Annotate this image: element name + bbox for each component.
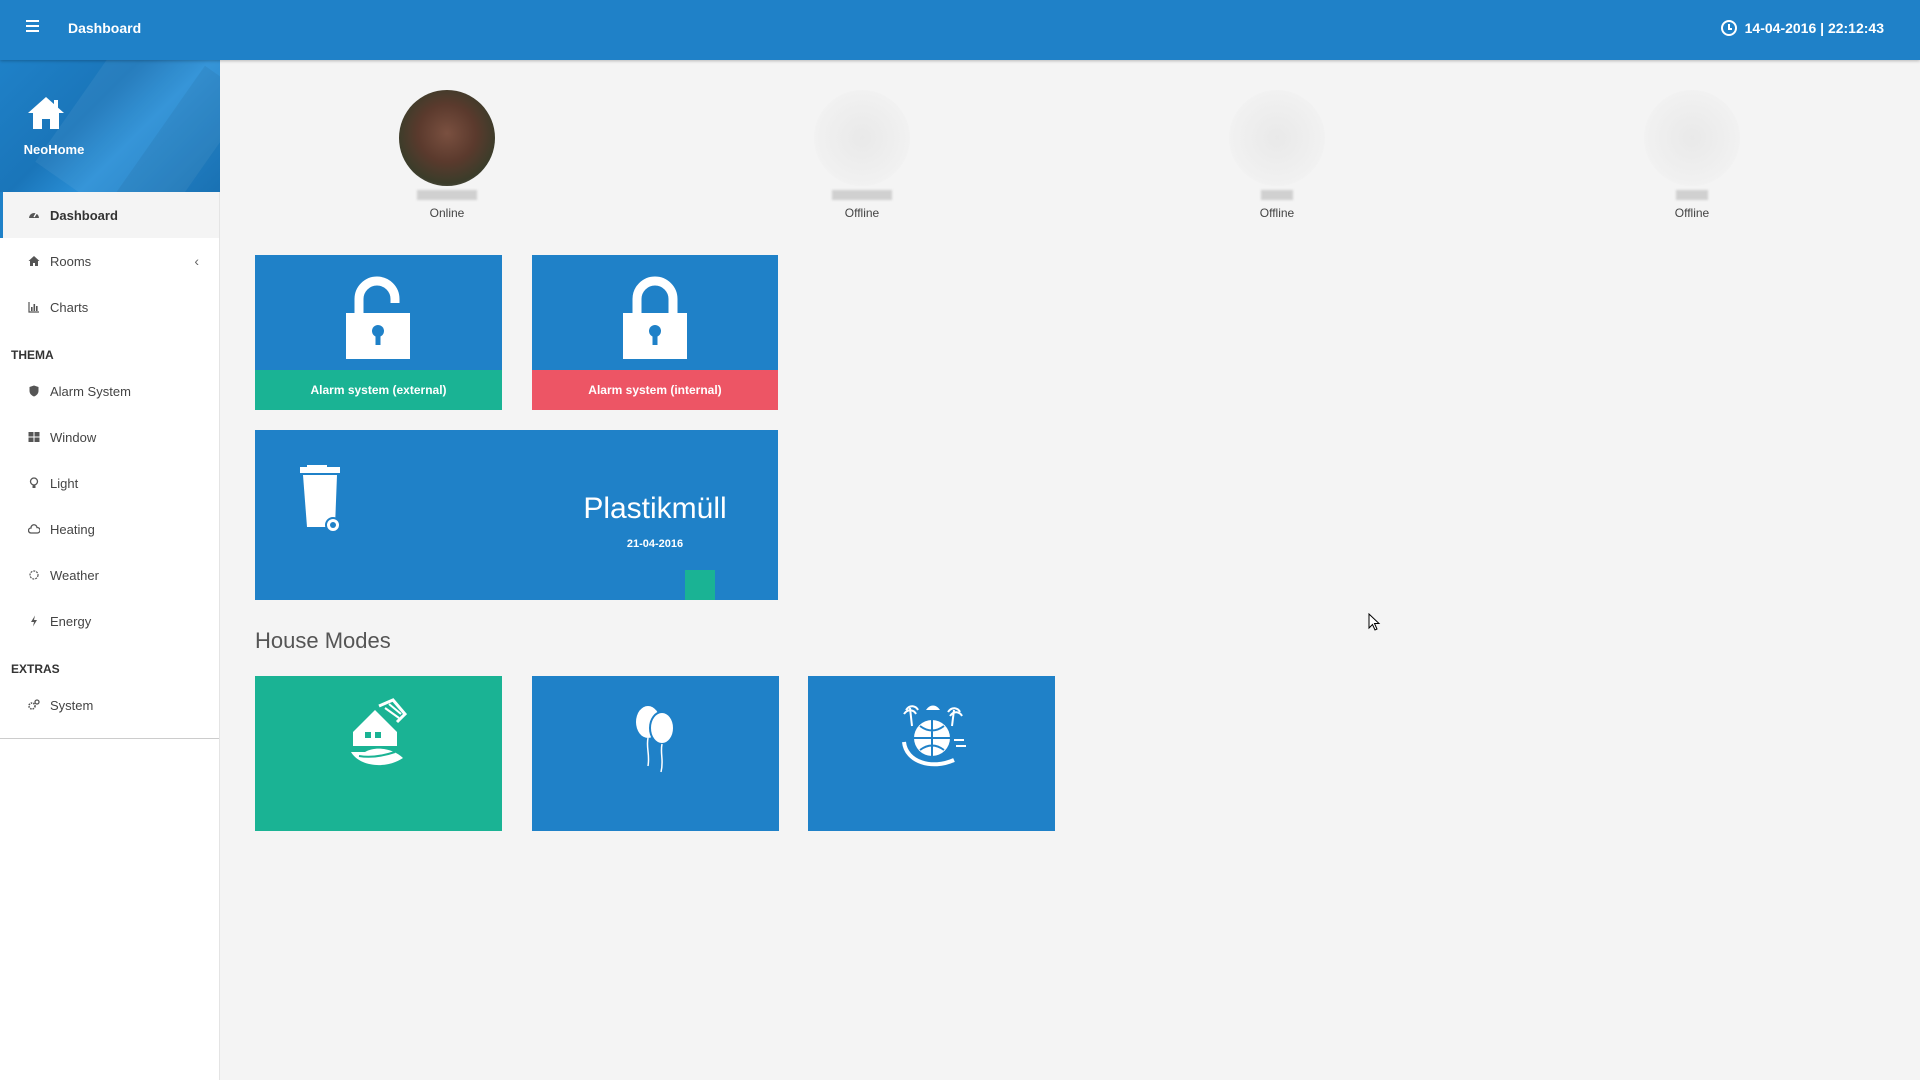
locked-padlock-icon — [623, 276, 687, 359]
menu-toggle-icon[interactable] — [26, 20, 42, 38]
sidebar-item-label: Energy — [50, 613, 92, 629]
trash-bin-icon — [300, 465, 341, 533]
avatar — [814, 90, 910, 186]
house-mode-party[interactable] — [532, 676, 779, 831]
gears-icon — [28, 699, 40, 711]
sidebar-item-label: System — [50, 697, 94, 713]
user-status: Offline — [1674, 206, 1710, 220]
sidebar-item-label: Alarm System — [50, 383, 131, 399]
sidebar-item-weather[interactable]: Weather — [0, 552, 219, 598]
sidebar-nav: Dashboard Rooms ‹ Charts THEMA Alarm Sys… — [0, 192, 219, 739]
waste-date: 21-04-2016 — [626, 538, 684, 550]
balloons-icon — [635, 706, 675, 773]
house-modes-heading: House Modes — [255, 628, 391, 653]
avatar — [1229, 90, 1325, 186]
sidebar-item-dashboard[interactable]: Dashboard — [0, 192, 219, 238]
sidebar-item-label: Heating — [50, 521, 95, 537]
sidebar-item-label: Rooms — [50, 253, 92, 269]
sidebar-item-light[interactable]: Light — [0, 460, 219, 506]
chevron-left-icon[interactable]: ‹ — [194, 253, 199, 269]
cloud-icon — [28, 523, 40, 535]
brand-name: NeoHome — [23, 142, 85, 157]
datetime-text: 14-04-2016 | 22:12:43 — [1744, 20, 1884, 36]
waste-type: Plastikmüll — [583, 492, 727, 525]
home-icon — [28, 255, 40, 267]
section-header-thema: THEMA — [11, 348, 54, 362]
sun-icon — [28, 569, 40, 581]
house-mode-vacation[interactable] — [808, 676, 1055, 831]
datetime-display: 14-04-2016 | 22:12:43 — [1720, 20, 1884, 36]
sidebar-item-label: Window — [50, 429, 97, 445]
user-status: Offline — [1259, 206, 1295, 220]
sidebar-item-label: Weather — [50, 567, 99, 583]
sidebar-item-label: Dashboard — [50, 207, 118, 223]
sidebar-item-alarm-system[interactable]: Alarm System — [0, 368, 219, 414]
eco-house-icon — [350, 698, 407, 766]
dashboard-icon — [28, 209, 40, 221]
bar-chart-icon — [28, 301, 40, 313]
vacation-globe-icon — [901, 705, 966, 767]
bolt-icon — [28, 615, 40, 627]
user-status: Online — [429, 206, 465, 220]
user-name-blurred — [417, 190, 477, 200]
clock-icon — [1720, 20, 1737, 36]
house-mode-eco[interactable] — [255, 676, 502, 831]
user-name-blurred — [832, 190, 892, 200]
brand-header[interactable]: NeoHome — [0, 60, 220, 192]
avatar — [399, 90, 495, 186]
user-card[interactable]: Offline — [797, 90, 927, 220]
home-logo-icon — [28, 97, 64, 129]
waste-collection-tile[interactable]: Plastikmüll 21-04-2016 — [255, 430, 778, 600]
user-status: Offline — [844, 206, 880, 220]
sidebar-item-rooms[interactable]: Rooms ‹ — [0, 238, 219, 284]
lightbulb-icon — [28, 477, 40, 489]
unlocked-padlock-icon — [345, 276, 410, 359]
user-name-blurred — [1261, 190, 1293, 200]
avatar — [1644, 90, 1740, 186]
sidebar-item-label: Light — [50, 475, 79, 491]
sidebar-item-heating[interactable]: Heating — [0, 506, 219, 552]
user-name-blurred — [1676, 190, 1708, 200]
alarm-internal-tile[interactable]: Alarm system (internal) — [532, 255, 778, 410]
mouse-cursor-icon — [1368, 613, 1381, 631]
sidebar: NeoHome Dashboard Rooms ‹ Charts THEMA A… — [0, 60, 220, 1080]
user-card[interactable]: Offline — [1627, 90, 1757, 220]
page-title: Dashboard — [68, 20, 142, 36]
window-icon — [28, 431, 40, 443]
status-indicator — [685, 570, 715, 600]
sidebar-item-system[interactable]: System — [0, 682, 219, 728]
sidebar-item-charts[interactable]: Charts — [0, 284, 219, 330]
sidebar-item-energy[interactable]: Energy — [0, 598, 219, 644]
sidebar-item-window[interactable]: Window — [0, 414, 219, 460]
alarm-external-label: Alarm system (external) — [255, 370, 502, 410]
shield-icon — [28, 385, 40, 397]
alarm-external-tile[interactable]: Alarm system (external) — [255, 255, 502, 410]
alarm-internal-label: Alarm system (internal) — [532, 370, 778, 410]
top-bar: Dashboard 14-04-2016 | 22:12:43 — [0, 0, 1920, 60]
user-card[interactable]: Online — [382, 90, 512, 220]
sidebar-item-label: Charts — [50, 299, 89, 315]
section-header-extras: EXTRAS — [11, 662, 60, 676]
user-card[interactable]: Offline — [1212, 90, 1342, 220]
